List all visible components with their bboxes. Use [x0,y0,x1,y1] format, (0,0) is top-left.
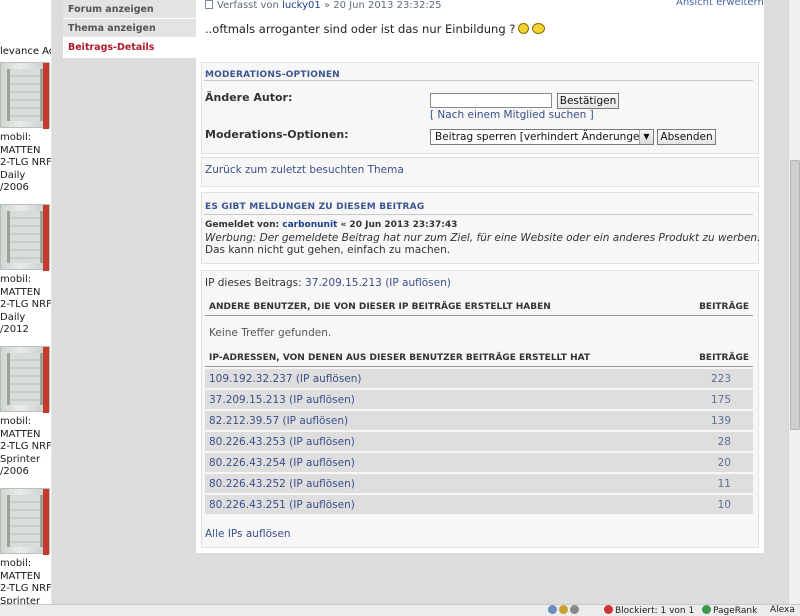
globe-icon [548,605,557,614]
ad-item[interactable]: mobil: MATTEN 2-TLG NRF Daily/2006 [0,62,52,204]
ad-text: mobil: MATTEN 2-TLG NRF Sprinter [0,558,52,607]
ad-image [0,346,50,413]
ad-image [0,62,50,129]
status-icons [548,605,581,616]
ad-item[interactable]: mobil: MATTEN 2-TLG NRF Daily/2012 [0,204,52,346]
post-count: 20 [693,453,753,472]
shield-icon [559,605,568,614]
forum-nav: Forum anzeigen Thema anzeigen Beitrags-D… [63,0,196,58]
nav-thema-anzeigen[interactable]: Thema anzeigen [63,19,196,38]
ad-sidebar: levance Ad mobil: MATTEN 2-TLG NRF Daily/2… [0,0,52,616]
pagerank-icon [702,605,711,614]
ip-link[interactable]: 109.192.32.237 (IP auflösen) [209,373,362,385]
submit-button[interactable]: Absenden [657,129,716,145]
divider [204,214,753,215]
post-count: 139 [693,411,753,430]
chevron-down-icon[interactable]: ▼ [639,130,653,144]
change-author-label: Ändere Autor: [205,91,293,104]
ip-link[interactable]: 37.209.15.213 (IP auflösen) [209,394,355,406]
post-count: 223 [693,369,753,388]
post-count: 10 [693,495,753,514]
post-count: 28 [693,432,753,451]
smiley-icon [532,23,546,34]
confirm-button[interactable]: Bestätigen [557,93,619,109]
author-input[interactable] [430,93,552,108]
tools-icon [570,605,579,614]
status-bar: Blockiert: 1 von 1 PageRank Alexa [0,604,800,616]
report-comment: Das kann nicht gut gehen, einfach zu mac… [205,244,451,256]
ip-link[interactable]: 80.226.43.252 (IP auflösen) [209,478,355,490]
no-results-text: Keine Treffer gefunden. [209,327,332,339]
resolve-all-ips-link[interactable]: Alle IPs auflösen [205,528,291,540]
ad-item[interactable]: mobil: MATTEN 2-TLG NRF Sprinter/2006 [0,346,52,488]
mod-options-label: Moderations-Optionen: [205,128,349,141]
ad-text: mobil: MATTEN 2-TLG NRF Sprinter/2006 [0,416,52,477]
ad-title: levance Ad [0,46,52,57]
back-link[interactable]: Zurück zum zuletzt besuchten Thema [205,164,404,176]
table-row: 80.226.43.254 (IP auflösen) 20 [205,453,753,472]
other-users-table: ANDERE BENUTZER, DIE VON DIESER IP BEITR… [205,300,753,341]
pagerank-status[interactable]: PageRank [702,605,757,616]
vertical-scrollbar[interactable] [788,0,800,604]
ip-addresses-header: IP-ADRESSEN, VON DENEN AUS DIESER BENUTZ… [205,353,693,367]
report-title: ES GIBT MELDUNGEN ZU DIESEM BEITRAG [205,202,425,212]
post-icon [205,0,213,9]
table-row: 82.212.39.57 (IP auflösen) 139 [205,411,753,430]
ad-item[interactable]: mobil: MATTEN 2-TLG NRF Sprinter [0,488,52,616]
block-icon [604,605,613,614]
reported-by: Gemeldet von: carbonunit « 20 Jun 2013 2… [205,220,458,230]
ip-link[interactable]: 82.212.39.57 (IP auflösen) [209,415,348,427]
post-ip-link[interactable]: 37.209.15.213 [305,277,382,289]
ad-image [0,204,50,271]
scrollbar-thumb[interactable] [790,160,800,430]
divider [204,80,753,81]
table-row: 80.226.43.251 (IP auflösen) 10 [205,495,753,514]
report-reason: Werbung: Der gemeldete Beitrag hat nur z… [205,232,761,244]
post-ip-resolve-link[interactable]: (IP auflösen) [385,277,451,289]
mod-options-select[interactable]: Beitrag sperren [verhindert Änderungen] … [430,129,654,145]
reporter-link[interactable]: carbonunit [282,220,337,230]
search-member-link[interactable]: [ Nach einem Mitglied suchen ] [430,109,594,121]
post-header: Verfasst von lucky01 » 20 Jun 2013 23:32… [205,0,442,11]
expand-view-link[interactable]: Ansicht erweitern [676,0,764,8]
ad-text: mobil: MATTEN 2-TLG NRF Daily/2006 [0,132,52,193]
table-row: 80.226.43.253 (IP auflösen) 28 [205,432,753,451]
other-users-header: ANDERE BENUTZER, DIE VON DIESER IP BEITR… [205,302,693,316]
post-ip: IP dieses Beitrags: 37.209.15.213 (IP au… [205,277,451,289]
ad-image [0,488,50,555]
post-author-link[interactable]: lucky01 [282,0,321,11]
posts-header: BEITRÄGE [693,353,753,367]
table-row: 37.209.15.213 (IP auflösen) 175 [205,390,753,409]
post-body: ..oftmals arroganter sind oder ist das n… [205,22,546,36]
posts-header: BEITRÄGE [693,302,753,316]
ip-link[interactable]: 80.226.43.254 (IP auflösen) [209,457,355,469]
post-count: 11 [693,474,753,493]
nav-beitrags-details[interactable]: Beitrags-Details [63,38,196,57]
table-row: 109.192.32.237 (IP auflösen) 223 [205,369,753,388]
blocked-status[interactable]: Blockiert: 1 von 1 [604,605,694,616]
nav-forum-anzeigen[interactable]: Forum anzeigen [63,0,196,19]
post-count: 175 [693,390,753,409]
table-row: 80.226.43.252 (IP auflösen) 11 [205,474,753,493]
ip-link[interactable]: 80.226.43.251 (IP auflösen) [209,499,355,511]
ip-addresses-table: IP-ADRESSEN, VON DENEN AUS DIESER BENUTZ… [205,351,753,516]
moderation-title: MODERATIONS-OPTIONEN [205,70,340,80]
ip-link[interactable]: 80.226.43.253 (IP auflösen) [209,436,355,448]
smiley-icon [518,23,530,34]
alexa-status[interactable]: Alexa [770,605,795,616]
ad-text: mobil: MATTEN 2-TLG NRF Daily/2012 [0,274,52,335]
